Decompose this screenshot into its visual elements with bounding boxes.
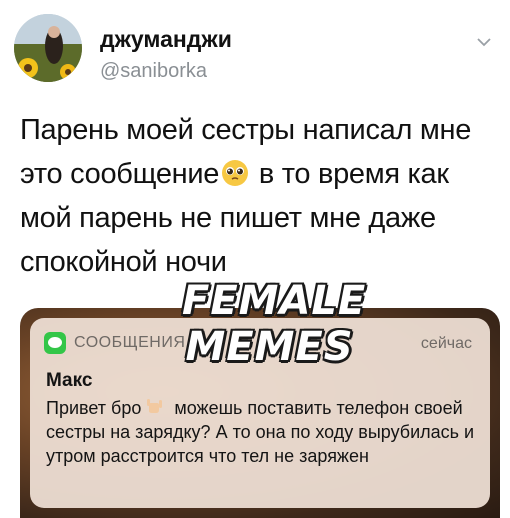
display-name[interactable]: джуманджи bbox=[100, 26, 232, 53]
call-me-hand-emoji bbox=[147, 399, 163, 413]
tweet-header: джуманджи @saniborka bbox=[14, 14, 500, 84]
avatar[interactable] bbox=[14, 14, 82, 82]
notification-sender: Макс bbox=[46, 370, 93, 391]
notification-app-name: СООБЩЕНИЯ bbox=[74, 334, 186, 351]
notification-body: Привет бро можешь поставить телефон свое… bbox=[46, 396, 476, 468]
notification-time: сейчас bbox=[420, 335, 472, 352]
user-handle[interactable]: @saniborka bbox=[100, 60, 207, 83]
avatar-photo bbox=[14, 14, 82, 82]
chevron-down-icon[interactable] bbox=[474, 32, 494, 52]
notification-screenshot: СООБЩЕНИЯ сейчас Макс Привет бро можешь … bbox=[20, 308, 500, 518]
notification-card[interactable]: СООБЩЕНИЯ сейчас Макс Привет бро можешь … bbox=[30, 318, 490, 508]
pleading-face-emoji bbox=[222, 160, 249, 186]
tweet-text: Парень моей сестры написал мне это сообщ… bbox=[20, 108, 490, 284]
messages-icon bbox=[44, 332, 66, 354]
notification-body-part1: Привет бро bbox=[46, 398, 142, 418]
